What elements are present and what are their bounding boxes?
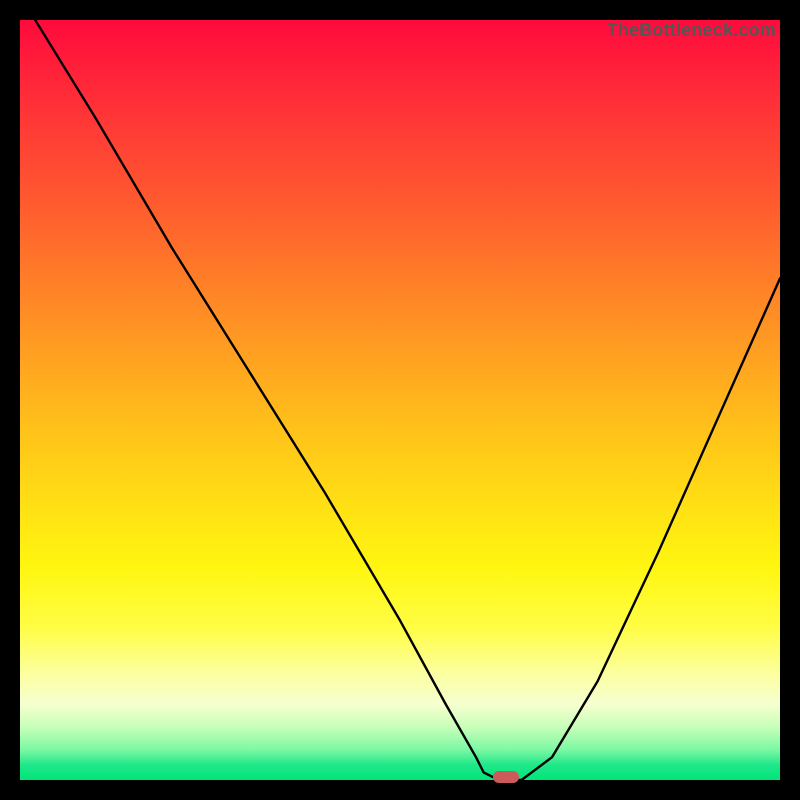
chart-frame: TheBottleneck.com (0, 0, 800, 800)
plot-area: TheBottleneck.com (20, 20, 780, 780)
optimal-marker-icon (493, 771, 519, 783)
bottleneck-curve (20, 20, 780, 780)
